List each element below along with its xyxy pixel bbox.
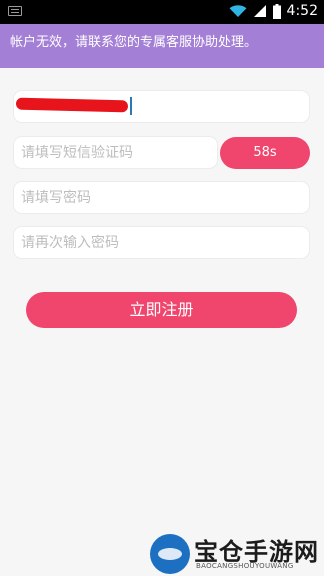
sms-code-field[interactable] bbox=[13, 136, 218, 169]
watermark: 宝仓手游网 BAOCANGSHOUYOUWANG bbox=[150, 530, 324, 576]
battery-icon bbox=[272, 3, 281, 19]
watermark-subtitle: BAOCANGSHOUYOUWANG bbox=[196, 562, 294, 570]
password-field[interactable] bbox=[13, 181, 310, 214]
phone-field[interactable] bbox=[13, 90, 310, 123]
wifi-icon bbox=[229, 5, 247, 17]
resend-code-countdown-button[interactable]: 58s bbox=[220, 137, 310, 169]
signal-icon bbox=[253, 5, 266, 17]
watermark-logo-icon bbox=[150, 534, 190, 574]
password-input[interactable] bbox=[14, 182, 309, 213]
status-bar: 4:52 bbox=[0, 0, 324, 24]
text-cursor bbox=[130, 97, 132, 115]
redacted-phone-value bbox=[15, 97, 129, 113]
error-banner: 帐户无效，请联系您的专属客服协助处理。 bbox=[0, 24, 324, 68]
register-button[interactable]: 立即注册 bbox=[26, 292, 297, 328]
keyboard-icon bbox=[8, 6, 22, 16]
confirm-password-input[interactable] bbox=[14, 227, 309, 258]
clock-time: 4:52 bbox=[286, 3, 318, 19]
confirm-password-field[interactable] bbox=[13, 226, 310, 259]
sms-code-input[interactable] bbox=[14, 137, 217, 168]
